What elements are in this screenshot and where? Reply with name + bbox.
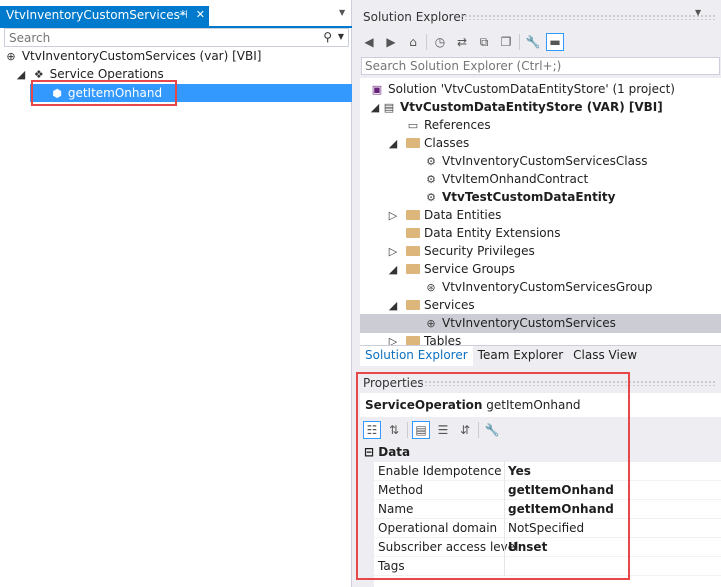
project-icon: ▤ (383, 101, 395, 114)
collapse-arrow-icon[interactable]: ◢ (14, 66, 28, 84)
tree-item-label: Solution 'VtvCustomDataEntityStore' (1 p… (388, 82, 675, 96)
tree-item-label: Service Operations (49, 67, 164, 81)
folder-open-icon (406, 138, 420, 148)
tree-item-label: Service Groups (424, 262, 515, 276)
folder-icon (406, 246, 420, 256)
tree-item-service[interactable]: ⊕ VtvInventoryCustomServices (424, 314, 616, 332)
tree-item-solution[interactable]: ▣ Solution 'VtvCustomDataEntityStore' (1 … (370, 80, 675, 98)
collapse-all-icon[interactable]: ⧉ (475, 33, 493, 51)
tree-item-security-privileges[interactable]: ▷ Security Privileges (386, 242, 535, 260)
tree-item-tables[interactable]: ▷ Tables (386, 332, 461, 345)
tree-item-label: VtvInventoryCustomServices (var) [VBI] (21, 49, 262, 63)
tree-item-data-entities[interactable]: ▷ Data Entities (386, 206, 502, 225)
document-tab[interactable]: VtvInventoryCustomServices* ⊣ ✕ (0, 6, 209, 26)
sync-icon[interactable]: ⇄ (453, 33, 471, 51)
forward-icon[interactable]: ▶ (382, 33, 400, 51)
title-grip[interactable] (460, 14, 716, 20)
highlight-box-properties (356, 372, 630, 580)
properties-wrench-icon[interactable]: 🔧 (524, 33, 542, 51)
tree-item-class-1[interactable]: ⚙ VtvInventoryCustomServicesClass (424, 152, 647, 170)
pin-icon[interactable]: ⊣ (178, 8, 188, 21)
tree-item-data-entity-extensions[interactable]: Data Entity Extensions (406, 224, 560, 242)
service-group-icon: ⊛ (426, 281, 436, 294)
search-icon[interactable]: ⚲ (323, 30, 332, 44)
tree-item-label: VtvInventoryCustomServicesClass (442, 154, 648, 168)
tree-item-label: VtvTestCustomDataEntity (442, 190, 616, 204)
tree-item-label: References (424, 118, 491, 132)
search-dropdown-icon[interactable]: ▼ (338, 32, 344, 41)
globe-icon: ⊕ (426, 317, 436, 330)
tree-item-services[interactable]: ◢ Services (386, 296, 475, 314)
collapse-arrow-icon[interactable]: ◢ (386, 297, 400, 315)
folder-open-icon (406, 300, 420, 310)
toolbar-separator (519, 34, 520, 50)
globe-icon: ⊕ (6, 50, 16, 63)
tree-item-label: Classes (424, 136, 470, 150)
class-icon: ⚙ (426, 155, 436, 168)
class-icon: ⚙ (426, 173, 436, 186)
tree-item-project[interactable]: ◢ ▤ VtvCustomDataEntityStore (VAR) [VBI] (368, 98, 663, 116)
preview-selected-icon[interactable]: ▬ (546, 33, 564, 51)
history-icon[interactable]: ◷ (431, 33, 449, 51)
references-icon: ▭ (407, 119, 419, 132)
explorer-tab-bar: Solution Explorer Team Explorer Class Vi… (360, 345, 721, 366)
close-icon[interactable]: ✕ (196, 8, 205, 21)
designer-search-box[interactable]: ⚲ ▼ (4, 28, 349, 47)
expand-arrow-icon[interactable]: ▷ (386, 207, 400, 225)
tree-item-label: Services (424, 298, 475, 312)
tree-item-label: VtvInventoryCustomServices (442, 316, 616, 330)
solution-search-input[interactable] (362, 58, 702, 74)
toolbar-separator (426, 34, 427, 50)
folder-open-icon (406, 264, 420, 274)
solution-search-box[interactable] (361, 57, 720, 75)
tab-dropdown-icon[interactable]: ▼ (339, 8, 349, 22)
tree-item-class-2[interactable]: ⚙ VtvItemOnhandContract (424, 170, 588, 188)
tree-item-classes[interactable]: ◢ Classes (386, 134, 469, 152)
tab-solution-explorer[interactable]: Solution Explorer (360, 345, 473, 366)
tree-item-service-groups[interactable]: ◢ Service Groups (386, 260, 515, 278)
solution-explorer-toolbar: ◀ ▶ ⌂ ◷ ⇄ ⧉ ❐ 🔧 ▬ (360, 30, 564, 54)
folder-icon (406, 228, 420, 238)
tree-item-service[interactable]: ⊕ VtvInventoryCustomServices (var) [VBI] (4, 47, 261, 65)
show-all-files-icon[interactable]: ❐ (497, 33, 515, 51)
tree-item-label: VtvCustomDataEntityStore (VAR) [VBI] (400, 100, 663, 114)
tree-item-label: Data Entity Extensions (424, 226, 561, 240)
tree-item-label: VtvInventoryCustomServicesGroup (442, 280, 653, 294)
tab-class-view[interactable]: Class View (568, 346, 642, 366)
highlight-box-operation (31, 80, 177, 106)
tab-team-explorer[interactable]: Team Explorer (473, 346, 569, 366)
collapse-arrow-icon[interactable]: ◢ (368, 99, 382, 117)
folder-icon (406, 336, 420, 345)
designer-search-input[interactable] (5, 29, 305, 46)
solution-icon: ▣ (371, 83, 383, 96)
expand-arrow-icon[interactable]: ▷ (386, 243, 400, 261)
home-icon[interactable]: ⌂ (404, 33, 422, 51)
document-tab-title: VtvInventoryCustomServices* (6, 8, 186, 22)
class-icon: ⚙ (426, 191, 436, 204)
tree-item-label: Tables (424, 334, 462, 345)
panel-dropdown-icon[interactable]: ▼ (695, 8, 701, 17)
solution-explorer-title: Solution Explorer (363, 10, 466, 24)
folder-icon (406, 210, 420, 220)
tree-item-label: Data Entities (424, 208, 502, 222)
collapse-arrow-icon[interactable]: ◢ (386, 261, 400, 279)
back-icon[interactable]: ◀ (360, 33, 378, 51)
expand-arrow-icon[interactable]: ▷ (386, 333, 400, 345)
tree-item-label: VtvItemOnhandContract (442, 172, 589, 186)
tree-item-class-3[interactable]: ⚙ VtvTestCustomDataEntity (424, 188, 615, 206)
tree-item-references[interactable]: ▭ References (406, 116, 491, 134)
collapse-arrow-icon[interactable]: ◢ (386, 135, 400, 153)
tree-item-label: Security Privileges (424, 244, 535, 258)
tree-item-service-group[interactable]: ⊛ VtvInventoryCustomServicesGroup (424, 278, 652, 296)
